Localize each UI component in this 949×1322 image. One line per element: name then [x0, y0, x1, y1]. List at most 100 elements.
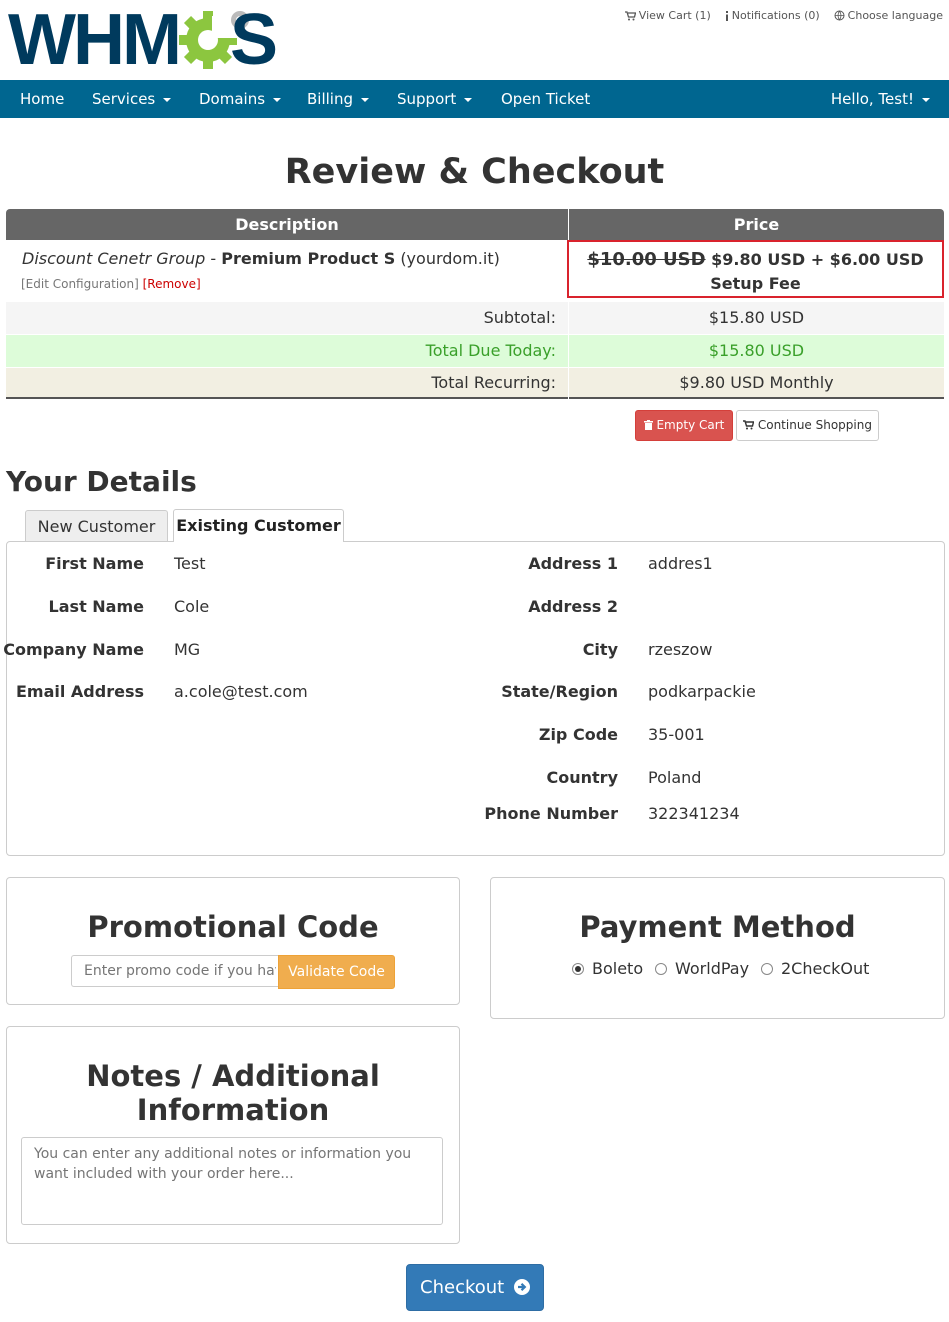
customer-details-panel — [6, 541, 945, 856]
item-price: $10.00 USD $9.80 USD + $6.00 USD Setup F… — [569, 242, 942, 296]
item-separator: - — [205, 249, 222, 268]
subtotal-value: $15.80 USD — [708, 308, 805, 327]
city-value: rzeszow — [648, 640, 713, 659]
remove-item-link[interactable]: [Remove] — [143, 277, 201, 291]
company-name-value: MG — [174, 640, 201, 659]
nav-user-menu[interactable]: Hello, Test! — [831, 80, 930, 118]
svg-text:WHM: WHM — [8, 6, 179, 72]
email-address-value: a.cole@test.com — [174, 682, 308, 701]
main-navbar: Home Services Domains Billing Support Op… — [0, 80, 949, 118]
payment-method-title: Payment Method — [579, 910, 856, 944]
checkout-label: Checkout — [420, 1277, 505, 1298]
nav-billing-label: Billing — [307, 90, 353, 108]
promo-code-input[interactable] — [71, 955, 288, 987]
state-region-value: podkarpackie — [648, 682, 756, 701]
caret-down-icon — [163, 97, 172, 102]
address2-label: Address 2 — [528, 597, 618, 616]
validate-code-button[interactable]: Validate Code — [278, 955, 395, 989]
country-value: Poland — [648, 768, 702, 787]
caret-down-icon — [273, 97, 282, 102]
tab-existing-customer[interactable]: Existing Customer — [173, 509, 344, 542]
payment-option-worldpay[interactable]: WorldPay — [655, 959, 749, 978]
notes-title: Notes / Additional Information — [6, 1059, 460, 1127]
nav-open-ticket-label: Open Ticket — [501, 90, 591, 108]
nav-billing[interactable]: Billing — [307, 80, 369, 118]
nav-domains-label: Domains — [199, 90, 266, 108]
company-name-label: Company Name — [3, 640, 144, 659]
nav-support[interactable]: Support — [397, 80, 473, 118]
page-title: Review & Checkout — [284, 152, 665, 192]
nav-services-label: Services — [92, 90, 156, 108]
product-domain: (yourdom.it) — [400, 249, 500, 268]
caret-down-icon — [464, 97, 473, 102]
zip-code-value: 35-001 — [648, 725, 705, 744]
radio-selected-icon[interactable] — [572, 962, 584, 975]
new-price: $9.80 USD + $6.00 USD Setup Fee — [710, 250, 924, 293]
country-label: Country — [546, 768, 618, 787]
edit-configuration-link[interactable]: [Edit Configuration] — [21, 277, 139, 291]
nav-home[interactable]: Home — [20, 80, 64, 118]
cart-item-actions: [Edit Configuration] [Remove] — [21, 277, 201, 291]
old-price: $10.00 USD — [587, 249, 706, 270]
whmcs-logo[interactable]: WHM S — [8, 0, 283, 80]
first-name-label: First Name — [45, 554, 144, 573]
product-group-name: Discount Cenetr Group — [22, 249, 206, 268]
cart-icon — [743, 420, 755, 430]
notes-title-line1: Notes / Additional — [86, 1059, 380, 1093]
item-price-highlight: $10.00 USD $9.80 USD + $6.00 USD Setup F… — [567, 240, 944, 298]
radio-icon[interactable] — [655, 962, 667, 975]
continue-shopping-label: Continue Shopping — [757, 418, 872, 432]
info-icon — [725, 10, 728, 21]
notes-textarea[interactable] — [21, 1137, 443, 1225]
payment-option-label: WorldPay — [675, 959, 750, 978]
payment-option-label: 2CheckOut — [781, 959, 870, 978]
phone-number-value: 322341234 — [648, 804, 740, 823]
payment-method-panel — [490, 877, 945, 1019]
top-links: View Cart (1) Notifications (0) Choose l… — [624, 9, 943, 22]
svg-text:S: S — [230, 6, 278, 72]
total-due-label: Total Due Today: — [425, 341, 556, 360]
product-name: Premium Product S — [221, 249, 396, 268]
payment-option-boleto[interactable]: Boleto — [572, 959, 643, 978]
checkout-button[interactable]: Checkout — [406, 1264, 544, 1311]
nav-domains[interactable]: Domains — [199, 80, 282, 118]
caret-down-icon — [361, 97, 369, 102]
address1-label: Address 1 — [528, 554, 618, 573]
empty-cart-button[interactable]: Empty Cart — [635, 410, 733, 441]
choose-language-label: Choose language — [847, 9, 943, 22]
caret-down-icon — [922, 97, 930, 102]
payment-option-2checkout[interactable]: 2CheckOut — [761, 959, 869, 978]
view-cart-label: View Cart (1) — [638, 9, 711, 22]
choose-language-link[interactable]: Choose language — [834, 9, 943, 22]
total-recurring-value: $9.80 USD Monthly — [679, 373, 834, 392]
column-header-description: Description — [6, 209, 568, 240]
view-cart-link[interactable]: View Cart (1) — [624, 9, 711, 22]
arrow-circle-right-icon — [513, 1279, 530, 1295]
globe-icon — [834, 10, 845, 21]
continue-shopping-button[interactable]: Continue Shopping — [736, 410, 879, 441]
notifications-link[interactable]: Notifications (0) — [725, 9, 820, 22]
state-region-label: State/Region — [501, 682, 618, 701]
nav-open-ticket[interactable]: Open Ticket — [501, 80, 590, 118]
phone-number-label: Phone Number — [484, 804, 618, 823]
subtotal-label: Subtotal: — [483, 308, 556, 327]
column-header-price: Price — [569, 209, 944, 240]
payment-option-label: Boleto — [592, 959, 644, 978]
radio-icon[interactable] — [761, 962, 773, 975]
total-due-value: $15.80 USD — [708, 341, 805, 360]
nav-services[interactable]: Services — [92, 80, 172, 118]
your-details-title: Your Details — [6, 465, 197, 498]
promo-code-title: Promotional Code — [87, 910, 379, 944]
notifications-label: Notifications (0) — [731, 9, 820, 22]
empty-cart-label: Empty Cart — [656, 418, 725, 432]
nav-user-label: Hello, Test! — [830, 90, 914, 108]
address1-value: addres1 — [648, 554, 713, 573]
first-name-value: Test — [174, 554, 206, 573]
nav-support-label: Support — [397, 90, 457, 108]
notes-title-line2: Information — [136, 1093, 330, 1127]
trash-icon — [643, 420, 653, 430]
nav-home-label: Home — [20, 90, 65, 108]
tab-new-customer[interactable]: New Customer — [25, 510, 168, 542]
cart-item-title: Discount Cenetr Group - Premium Product … — [22, 249, 500, 268]
zip-code-label: Zip Code — [538, 725, 618, 744]
